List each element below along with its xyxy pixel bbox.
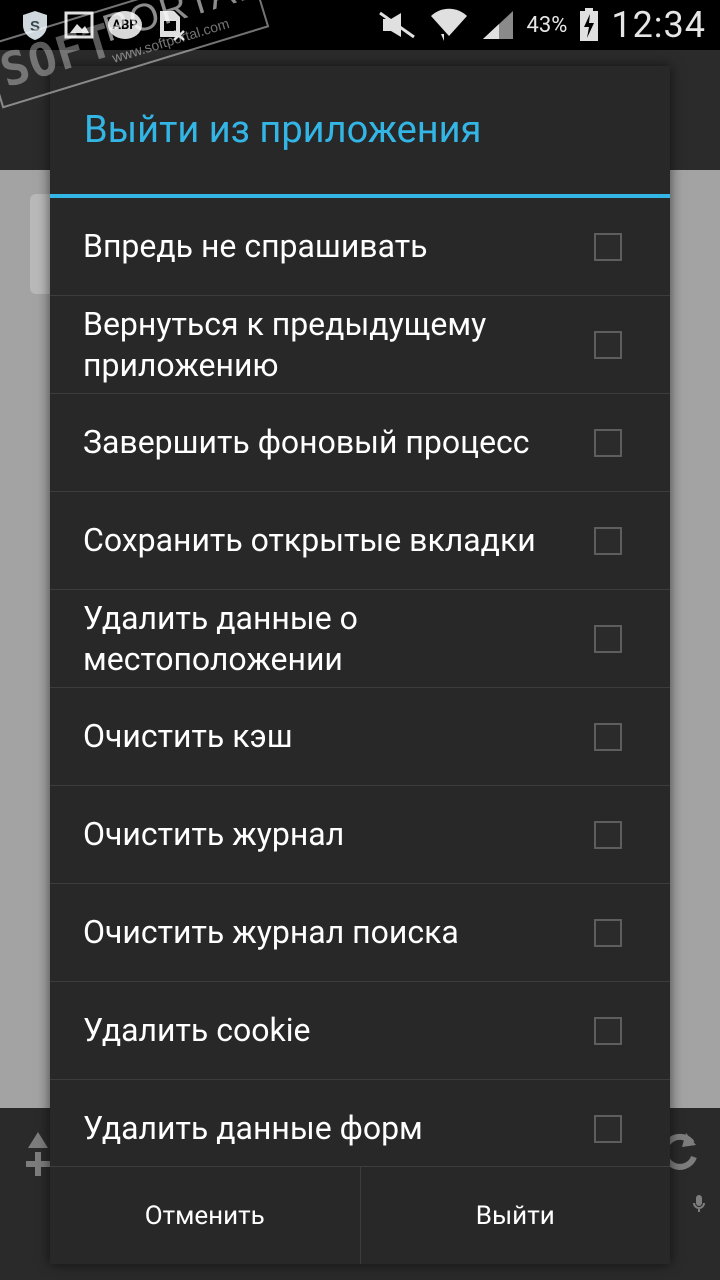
option-checkbox[interactable]	[594, 428, 622, 457]
wifi-icon	[429, 8, 469, 42]
option-row[interactable]: Удалить данные о местоположении	[50, 590, 670, 688]
notification-icons: S ABP	[0, 9, 186, 41]
option-row[interactable]: Удалить данные форм	[50, 1080, 670, 1166]
option-row[interactable]: Очистить журнал	[50, 786, 670, 884]
option-label: Завершить фоновый процесс	[83, 423, 530, 461]
mute-icon	[377, 10, 417, 40]
signal-icon	[481, 10, 515, 40]
option-checkbox[interactable]	[594, 526, 622, 555]
system-icons: 43% 12:34	[377, 4, 720, 46]
option-row[interactable]: Вернуться к предыдущему приложению	[50, 296, 670, 394]
option-label: Очистить журнал поиска	[83, 913, 459, 951]
sim-x-icon	[156, 9, 186, 41]
option-label: Впредь не спрашивать	[83, 227, 428, 265]
dialog-buttons: Отменить Выйти	[50, 1166, 670, 1264]
battery-percent: 43%	[526, 12, 568, 38]
battery-charging-icon	[579, 8, 599, 42]
options-list: Впредь не спрашивать Вернуться к предыдущ…	[50, 198, 670, 1166]
status-bar: S ABP 43% 12:34	[0, 0, 720, 50]
option-checkbox[interactable]	[594, 918, 622, 947]
exit-button[interactable]: Выйти	[359, 1167, 671, 1264]
cancel-button[interactable]: Отменить	[50, 1167, 360, 1264]
option-row[interactable]: Очистить кэш	[50, 688, 670, 786]
option-checkbox[interactable]	[594, 232, 622, 261]
option-label: Удалить данные форм	[83, 1109, 423, 1147]
dialog-title: Выйти из приложения	[84, 108, 482, 152]
option-checkbox[interactable]	[594, 1016, 622, 1045]
option-label: Сохранить открытые вкладки	[83, 521, 536, 559]
exit-dialog: Выйти из приложения Впредь не спрашивать…	[50, 66, 670, 1264]
option-row[interactable]: Впредь не спрашивать	[50, 198, 670, 296]
svg-text:S: S	[30, 18, 40, 35]
option-row[interactable]: Очистить журнал поиска	[50, 884, 670, 982]
option-checkbox[interactable]	[594, 1114, 622, 1143]
option-checkbox[interactable]	[594, 722, 622, 751]
option-label: Вернуться к предыдущему приложению	[83, 304, 487, 384]
image-icon	[64, 10, 94, 40]
option-row[interactable]: Завершить фоновый процесс	[50, 394, 670, 492]
option-row[interactable]: Сохранить открытые вкладки	[50, 492, 670, 590]
option-checkbox[interactable]	[594, 820, 622, 849]
option-row[interactable]: Удалить cookie	[50, 982, 670, 1080]
shield-icon: S	[20, 9, 50, 41]
option-checkbox[interactable]	[594, 624, 622, 653]
clock: 12:34	[611, 4, 706, 46]
option-label: Очистить кэш	[83, 717, 293, 755]
adblock-icon: ABP	[108, 11, 142, 39]
option-label: Удалить данные о местоположении	[83, 598, 358, 678]
option-checkbox[interactable]	[594, 330, 622, 359]
option-label: Удалить cookie	[83, 1011, 311, 1049]
option-label: Очистить журнал	[83, 815, 345, 853]
mic-icon	[693, 1172, 705, 1224]
